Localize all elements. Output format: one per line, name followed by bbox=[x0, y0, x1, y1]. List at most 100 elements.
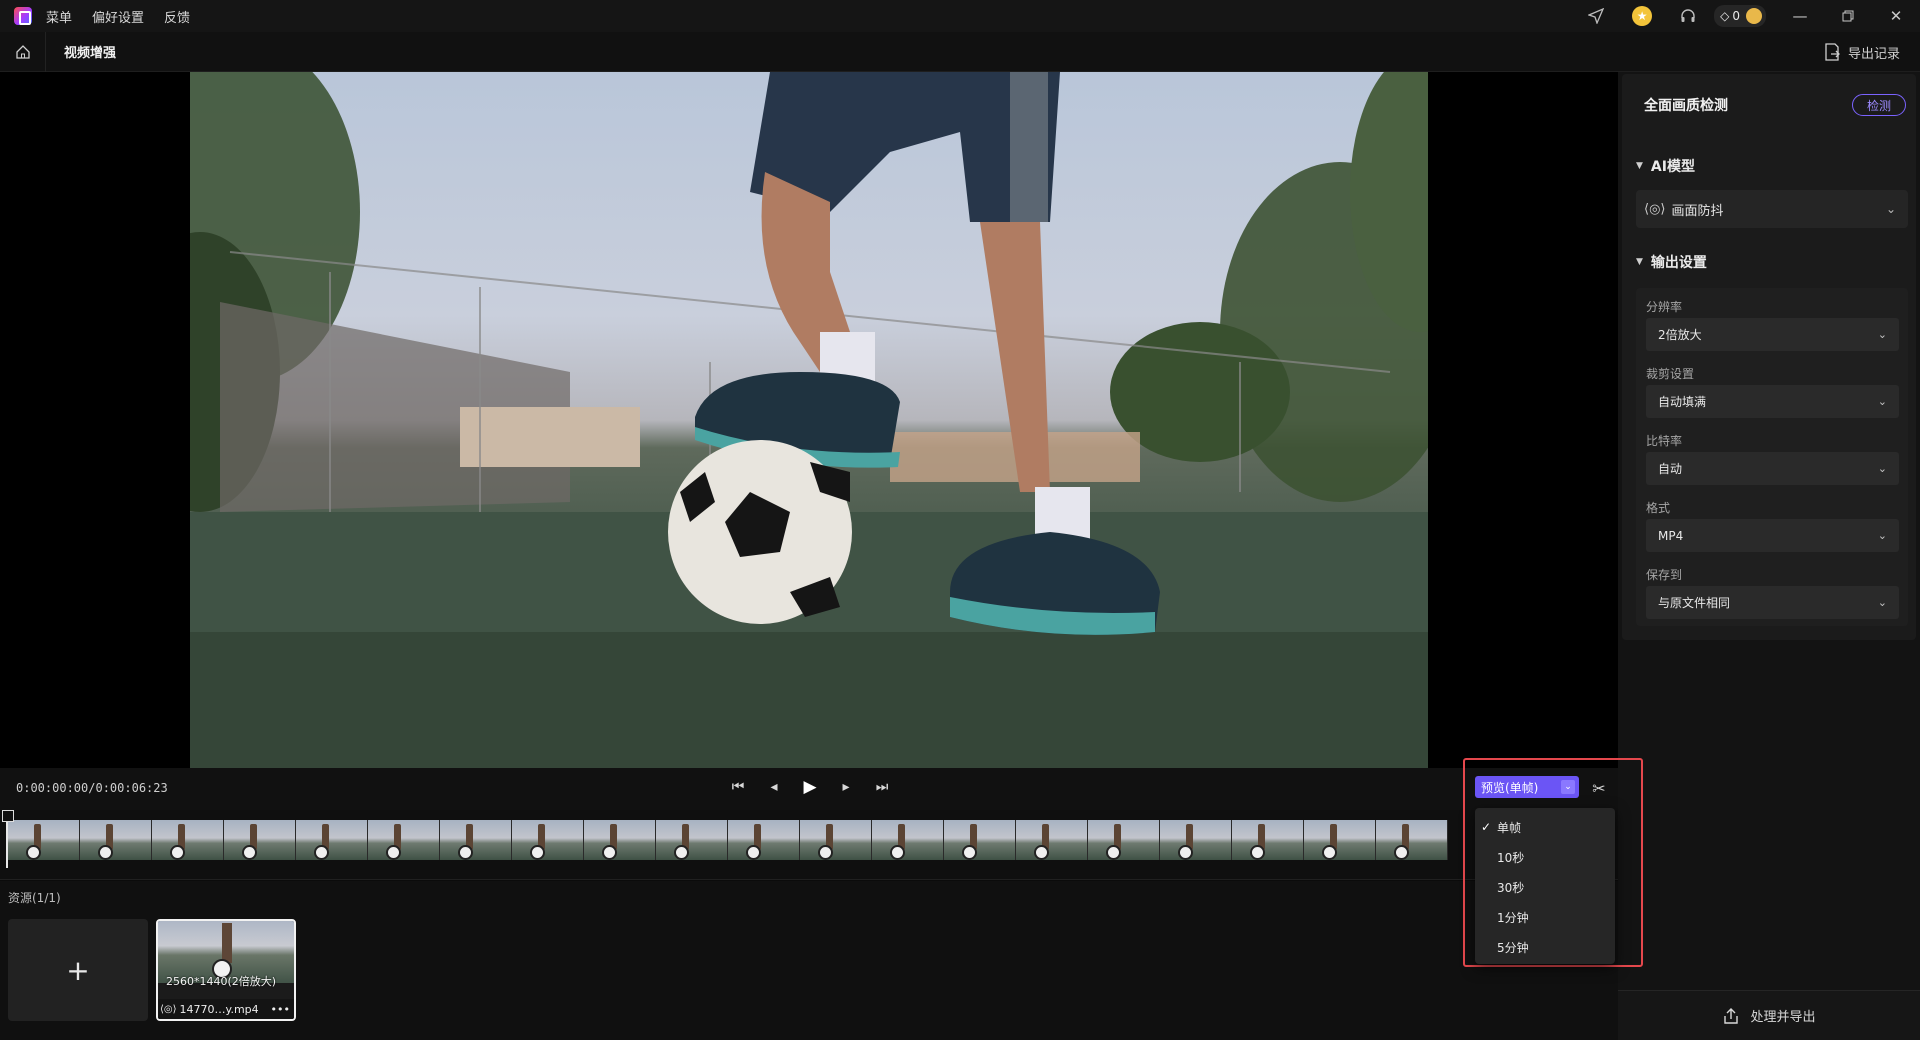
resolution-label: 分辨率 bbox=[1646, 300, 1683, 314]
option-label: 5分钟 bbox=[1497, 940, 1529, 955]
check-icon: ✓ bbox=[1481, 820, 1492, 834]
filmstrip-frame bbox=[800, 820, 872, 860]
export-history-icon bbox=[1825, 43, 1840, 61]
filmstrip-frame bbox=[368, 820, 440, 860]
video-scene-image bbox=[190, 72, 1428, 768]
add-asset-button[interactable]: + bbox=[8, 919, 148, 1021]
send-icon[interactable] bbox=[1580, 0, 1612, 32]
preview-option-1min[interactable]: 1分钟 bbox=[1475, 902, 1615, 932]
ai-model-select[interactable]: ⟨◎⟩ 画面防抖 ⌄ bbox=[1636, 190, 1908, 228]
filmstrip[interactable] bbox=[8, 820, 1474, 860]
crop-value: 自动填满 bbox=[1658, 395, 1707, 409]
headset-icon[interactable] bbox=[1672, 0, 1704, 32]
collapse-triangle-icon: ▼ bbox=[1636, 161, 1643, 171]
restore-icon[interactable] bbox=[1824, 0, 1872, 32]
stabilize-icon: ⟨◎⟩ bbox=[1644, 201, 1666, 217]
plus-icon: + bbox=[66, 953, 90, 987]
title-bar: 菜单 偏好设置 反馈 ★ ◇ 0 — ✕ bbox=[0, 0, 1920, 32]
scissors-icon[interactable]: ✂ bbox=[1588, 777, 1610, 799]
option-label: 单帧 bbox=[1497, 820, 1522, 835]
timecode: 0:00:00:00/0:00:06:23 bbox=[16, 781, 168, 795]
format-label: 格式 bbox=[1646, 501, 1671, 515]
settings-card: 全面画质检测 检测 ▼ AI模型 ⟨◎⟩ 画面防抖 ⌄ ▼ 输出设置 分辨率 2… bbox=[1622, 74, 1916, 640]
preview-mode-button[interactable]: 预览(单帧) ⌄ bbox=[1475, 776, 1579, 798]
close-icon[interactable]: ✕ bbox=[1872, 0, 1920, 32]
timeline[interactable] bbox=[0, 810, 1618, 880]
next-frame-icon[interactable]: ▸ bbox=[828, 779, 864, 795]
export-history-label: 导出记录 bbox=[1847, 46, 1900, 62]
crop-select[interactable]: 自动填满 ⌄ bbox=[1646, 385, 1899, 418]
crop-label: 裁剪设置 bbox=[1646, 367, 1695, 381]
play-icon[interactable]: ▶ bbox=[792, 777, 828, 797]
preview-duration-menu: ✓ 单帧 10秒 30秒 1分钟 5分钟 bbox=[1475, 808, 1615, 964]
menu-item-preferences[interactable]: 偏好设置 bbox=[92, 7, 144, 26]
assets-panel: 资源(1/1) + 2560*1440(2倍放大) ⟨◎⟩ 14770…y.mp… bbox=[0, 881, 1618, 1040]
skip-to-end-icon[interactable]: ⏭ bbox=[864, 779, 900, 795]
titlebar-right-group: ★ ◇ 0 — ✕ bbox=[1566, 0, 1920, 32]
filmstrip-frame bbox=[872, 820, 944, 860]
chevron-down-icon: ⌄ bbox=[1877, 395, 1887, 408]
skip-to-start-icon[interactable]: ⏮ bbox=[720, 779, 756, 795]
more-options-icon[interactable]: ••• bbox=[271, 1003, 290, 1016]
settings-panel: 全面画质检测 检测 ▼ AI模型 ⟨◎⟩ 画面防抖 ⌄ ▼ 输出设置 分辨率 2… bbox=[1618, 72, 1920, 1040]
filmstrip-frame bbox=[656, 820, 728, 860]
video-frame[interactable] bbox=[190, 72, 1428, 768]
preview-option-5min[interactable]: 5分钟 bbox=[1475, 932, 1615, 962]
chevron-down-icon: ⌄ bbox=[1877, 596, 1887, 609]
assets-label: 资源(1/1) bbox=[8, 891, 61, 905]
gem-count: 0 bbox=[1732, 9, 1740, 23]
option-label: 10秒 bbox=[1497, 850, 1525, 865]
save-to-select[interactable]: 与原文件相同 ⌄ bbox=[1646, 586, 1899, 619]
preview-option-10s[interactable]: 10秒 bbox=[1475, 842, 1615, 872]
bitrate-value: 自动 bbox=[1658, 462, 1683, 476]
filmstrip-frame bbox=[152, 820, 224, 860]
process-export-label: 处理并导出 bbox=[1750, 1010, 1816, 1025]
filmstrip-frame bbox=[440, 820, 512, 860]
collapse-triangle-icon: ▼ bbox=[1636, 257, 1643, 267]
playhead[interactable] bbox=[2, 810, 14, 868]
preview-option-30s[interactable]: 30秒 bbox=[1475, 872, 1615, 902]
asset-name-bar: ⟨◎⟩ 14770…y.mp4 ••• bbox=[158, 999, 294, 1019]
filmstrip-frame bbox=[1376, 820, 1448, 860]
transport-buttons: ⏮ ◂ ▶ ▸ ⏭ bbox=[720, 777, 900, 797]
bitrate-label: 比特率 bbox=[1646, 434, 1683, 448]
process-export-button[interactable]: 处理并导出 bbox=[1618, 990, 1920, 1040]
home-button[interactable] bbox=[0, 31, 46, 72]
menu-item-feedback[interactable]: 反馈 bbox=[164, 7, 190, 26]
minimize-icon[interactable]: — bbox=[1776, 0, 1824, 32]
filmstrip-frame bbox=[512, 820, 584, 860]
resolution-select[interactable]: 2倍放大 ⌄ bbox=[1646, 318, 1899, 351]
ai-model-section-header[interactable]: ▼ AI模型 bbox=[1636, 156, 1695, 176]
asset-item[interactable]: 2560*1440(2倍放大) ⟨◎⟩ 14770…y.mp4 ••• bbox=[156, 919, 296, 1021]
bitrate-select[interactable]: 自动 ⌄ bbox=[1646, 452, 1899, 485]
detect-button[interactable]: 检测 bbox=[1851, 94, 1906, 116]
asset-filename: 14770…y.mp4 bbox=[179, 1002, 259, 1016]
asset-resolution: 2560*1440(2倍放大) bbox=[166, 975, 277, 988]
preview-option-single-frame[interactable]: ✓ 单帧 bbox=[1475, 812, 1615, 842]
filmstrip-frame bbox=[728, 820, 800, 860]
page-header: 视频增强 导出记录 bbox=[0, 31, 1920, 72]
menu-item-menu[interactable]: 菜单 bbox=[46, 7, 72, 26]
filmstrip-frame bbox=[1088, 820, 1160, 860]
format-value: MP4 bbox=[1658, 528, 1684, 543]
output-section-header[interactable]: ▼ 输出设置 bbox=[1636, 252, 1707, 272]
save-to-label: 保存到 bbox=[1646, 568, 1683, 582]
chevron-down-icon: ⌄ bbox=[1885, 202, 1896, 216]
chevron-down-icon[interactable]: ⌄ bbox=[1561, 780, 1575, 794]
playback-controls: 0:00:00:00/0:00:06:23 ⏮ ◂ ▶ ▸ ⏭ bbox=[0, 768, 1618, 810]
filmstrip-frame bbox=[80, 820, 152, 860]
avatar[interactable] bbox=[1746, 8, 1762, 24]
gem-badge[interactable]: ◇ 0 bbox=[1714, 5, 1766, 27]
resolution-value: 2倍放大 bbox=[1658, 328, 1702, 342]
format-select[interactable]: MP4 ⌄ bbox=[1646, 519, 1899, 552]
filmstrip-frame bbox=[296, 820, 368, 860]
previous-frame-icon[interactable]: ◂ bbox=[756, 779, 792, 795]
ai-model-section-title: AI模型 bbox=[1650, 159, 1695, 175]
filmstrip-frame bbox=[1232, 820, 1304, 860]
output-section-title: 输出设置 bbox=[1650, 255, 1707, 271]
chevron-down-icon: ⌄ bbox=[1877, 462, 1887, 475]
export-history-button[interactable]: 导出记录 bbox=[1824, 32, 1900, 72]
filmstrip-frame bbox=[944, 820, 1016, 860]
coin-icon[interactable]: ★ bbox=[1626, 0, 1658, 32]
page-title: 视频增强 bbox=[64, 46, 117, 61]
